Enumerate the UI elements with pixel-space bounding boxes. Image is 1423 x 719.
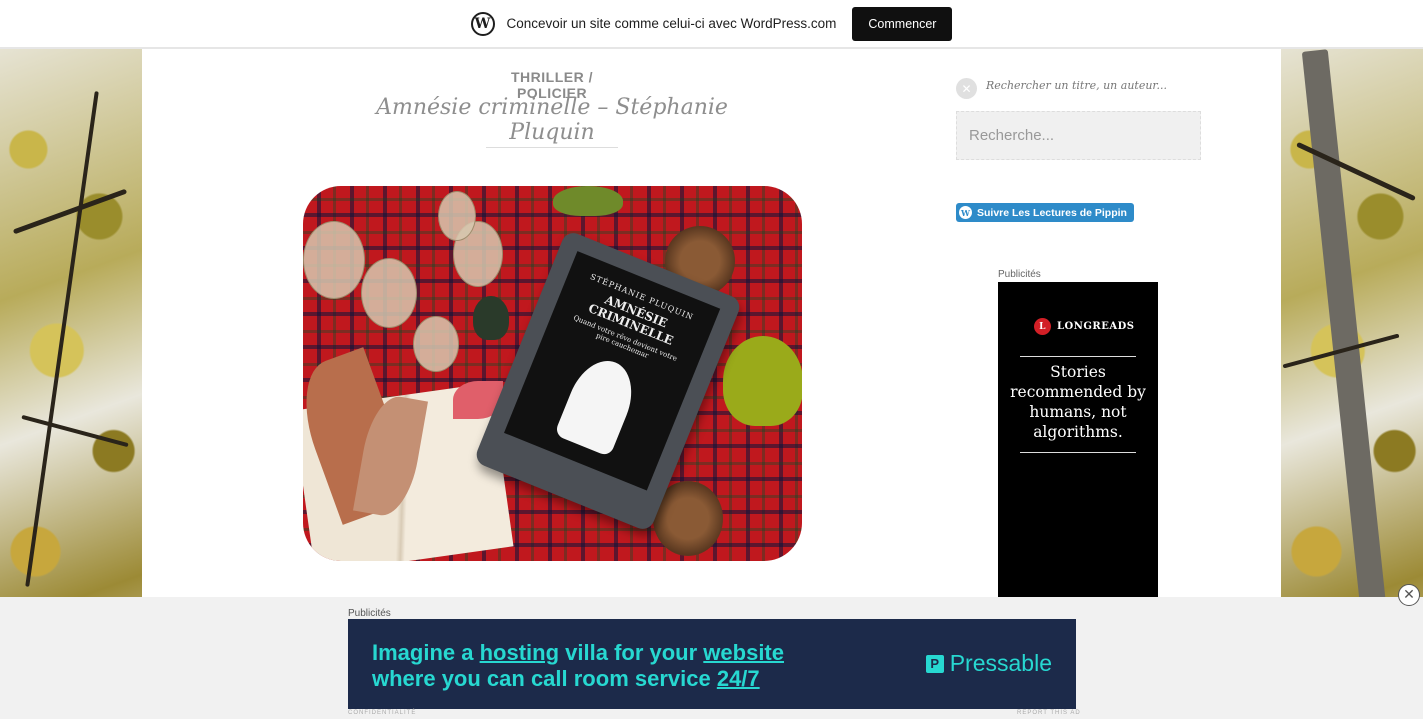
branch (12, 188, 128, 235)
sidebar-ad-label: Publicités (998, 269, 1041, 280)
sidebar-ad[interactable]: L LONGREADS Stories recommended by human… (998, 282, 1158, 602)
bottom-ad-label: Publicités (348, 608, 391, 619)
follow-button-label: Suivre Les Lectures de Pippin (977, 206, 1127, 219)
cover-illustration (553, 351, 644, 458)
pressable-brand: Pressable (949, 650, 1052, 676)
pressable-banner[interactable]: Imagine a hosting villa for your website… (348, 619, 1076, 709)
wp-promo-text: Concevoir un site comme celui-ci avec Wo… (506, 16, 837, 31)
search-input[interactable] (956, 111, 1201, 160)
gourd (473, 296, 509, 340)
search-icon: ✕ (956, 78, 977, 99)
wordpress-icon: W (470, 11, 495, 36)
branch (25, 91, 99, 587)
longreads-logo: L LONGREADS (1034, 318, 1135, 335)
featured-image[interactable]: STÉPHANIE PLUQUIN AMNÉSIE CRIMINELLE Qua… (303, 186, 802, 561)
wordpress-promo-bar: W Concevoir un site comme celui-ci avec … (0, 0, 1423, 49)
post-title[interactable]: Amnésie criminelle – Stéphanie Pluquin (362, 95, 742, 145)
close-icon[interactable]: ✕ (1398, 584, 1420, 606)
honesty-pod (438, 191, 476, 241)
privacy-link[interactable]: CONFIDENTIALITÉ (348, 710, 416, 716)
gourd (723, 336, 802, 426)
tree-trunk (1301, 49, 1387, 609)
longreads-icon: L (1034, 318, 1051, 335)
banner-text: Imagine a (372, 640, 480, 665)
banner-text: where you can call room service (372, 666, 717, 691)
commencer-button[interactable]: Commencer (852, 6, 953, 41)
ad-divider-top (1020, 356, 1136, 357)
pressable-logo: P Pressable (925, 650, 1052, 677)
honesty-pod (303, 221, 365, 299)
banner-text: villa for your (559, 640, 704, 665)
banner-line-2: where you can call room service 24/7 (372, 666, 760, 692)
wordpress-icon: W (959, 206, 972, 219)
search-widget-title: Rechercher un titre, un auteur... (986, 79, 1167, 92)
pressable-icon: P (925, 654, 944, 673)
honesty-pod (361, 258, 417, 328)
title-divider (486, 147, 618, 148)
banner-highlight: website (703, 640, 784, 665)
ebook-cover: STÉPHANIE PLUQUIN AMNÉSIE CRIMINELLE Qua… (504, 251, 721, 491)
banner-line-1: Imagine a hosting villa for your website (372, 640, 784, 666)
follow-button[interactable]: W Suivre Les Lectures de Pippin (956, 203, 1134, 222)
bottom-ad-bar: Publicités Imagine a hosting villa for y… (0, 597, 1423, 719)
honesty-pod (413, 316, 459, 372)
ad-divider-bottom (1020, 452, 1136, 453)
banner-highlight: 24/7 (716, 666, 760, 691)
banner-highlight: hosting (479, 640, 560, 665)
report-ad-link[interactable]: REPORT THIS AD (1017, 710, 1081, 716)
branch (21, 414, 129, 448)
longreads-brand: LONGREADS (1057, 321, 1135, 332)
longreads-tagline: Stories recommended by humans, not algor… (1010, 363, 1146, 441)
gourd (553, 186, 623, 216)
